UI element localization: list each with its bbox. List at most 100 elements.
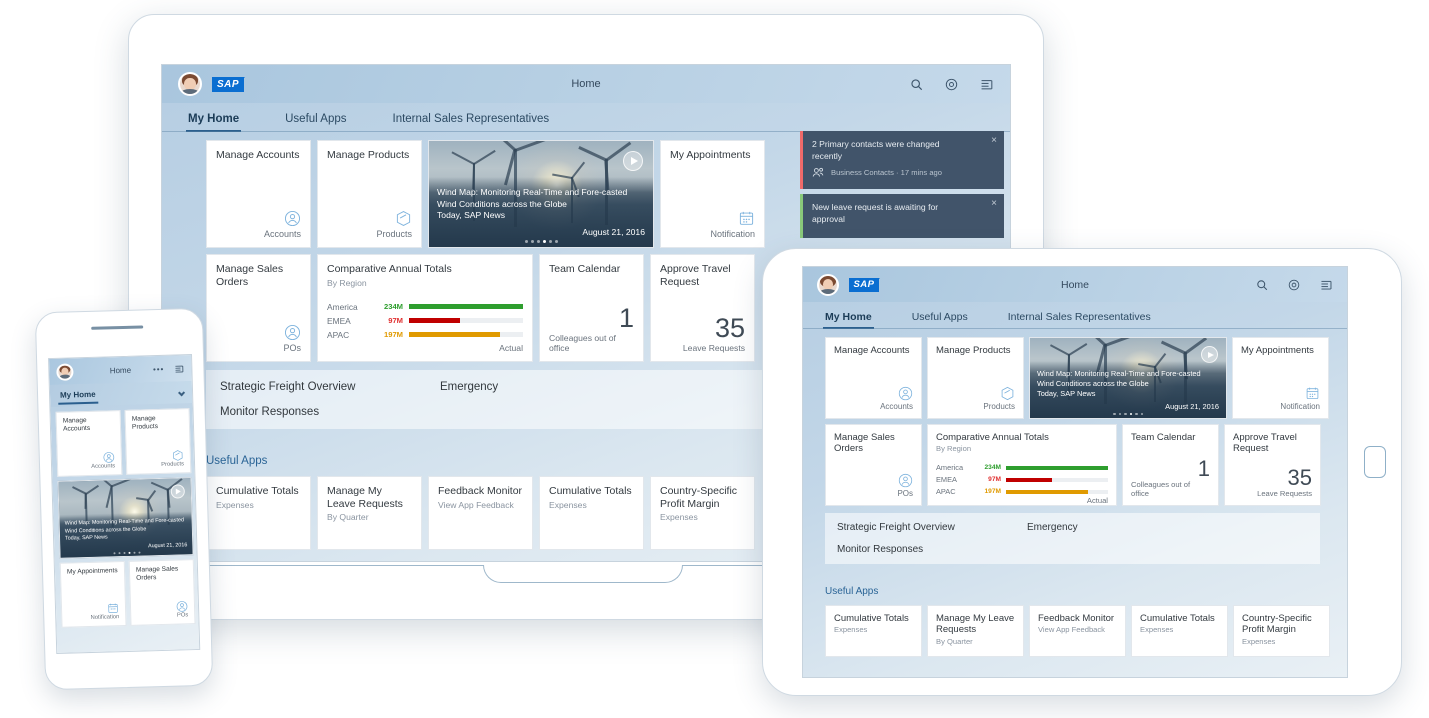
tile-title: My Appointments — [67, 567, 118, 576]
person-circle-icon — [176, 600, 188, 612]
tab-my-home[interactable]: My Home — [186, 106, 241, 132]
header-right — [910, 78, 994, 91]
tile-title: Feedback Monitor — [438, 485, 523, 498]
tile-footer-label: Notification — [91, 614, 120, 621]
play-button[interactable] — [623, 151, 643, 171]
group-link-emergency[interactable]: Emergency — [1027, 522, 1078, 533]
tab-internal-sales-representatives[interactable]: Internal Sales Representatives — [391, 106, 552, 132]
tile-footer: Accounts — [64, 451, 115, 470]
tile-manage-accounts[interactable]: Manage Accounts Accounts — [206, 140, 311, 248]
avatar[interactable] — [56, 363, 73, 380]
tile-comparative-annual-totals[interactable]: Comparative Annual Totals By Region Amer… — [317, 254, 533, 362]
tile-manage-sales-orders[interactable]: Manage Sales Orders POs — [825, 424, 922, 506]
tile-footer: Accounts — [216, 210, 301, 239]
chart-value-label: 97M — [979, 476, 1001, 483]
tile-footer-label: Products — [161, 461, 184, 468]
tab-internal-sales-representatives[interactable]: Internal Sales Representatives — [1006, 305, 1153, 329]
tile-country-specific-profit-margin[interactable]: Country-Specific Profit Margin Expenses — [650, 476, 755, 550]
navigation-menu-icon[interactable] — [174, 364, 184, 373]
avatar[interactable] — [178, 72, 202, 96]
tile-feedback-monitor[interactable]: Feedback Monitor View App Feedback — [428, 476, 533, 550]
search-icon[interactable] — [910, 78, 923, 91]
tile-feedback-monitor[interactable]: Feedback Monitor View App Feedback — [1029, 605, 1126, 657]
tile-title: Manage Sales Orders — [216, 263, 301, 288]
tile-team-calendar[interactable]: Team Calendar 1 Colleagues out of office — [1122, 424, 1219, 506]
group-link-monitor-responses[interactable]: Monitor Responses — [220, 406, 319, 418]
notification-body: 2 Primary contacts were changed recently… — [803, 131, 1004, 189]
section-title[interactable]: Useful Apps — [825, 586, 1347, 597]
devices-showcase: SAP Home — [0, 0, 1429, 718]
product-box-icon — [395, 210, 412, 227]
group-link-row: Strategic Freight Overview Emergency — [837, 522, 1308, 533]
group-link-strategic-freight-overview[interactable]: Strategic Freight Overview — [220, 381, 440, 393]
tile-manage-products[interactable]: Manage Products Products — [317, 140, 422, 248]
tablet-home-button[interactable] — [1364, 446, 1386, 478]
tile-approve-travel-request[interactable]: Approve Travel Request 35 Leave Requests — [650, 254, 755, 362]
tile-footer: 1 Colleagues out of office — [1131, 458, 1210, 498]
person-circle-icon — [284, 210, 301, 227]
tab-my-home[interactable]: My Home — [58, 386, 98, 405]
tile-my-appointments[interactable]: My Appointments — [1232, 337, 1329, 419]
notification-item-leave-request[interactable]: New leave request is awaiting for approv… — [800, 194, 1004, 238]
news-date: August 21, 2016 — [1037, 402, 1219, 411]
group-link-monitor-responses[interactable]: Monitor Responses — [837, 544, 923, 555]
close-icon[interactable]: × — [991, 198, 997, 209]
tile-country-specific-profit-margin[interactable]: Country-Specific Profit Margin Expenses — [1233, 605, 1330, 657]
carousel-dots[interactable] — [437, 240, 645, 243]
tile-news[interactable]: Wind Map: Monitoring Real-Time and Fore-… — [57, 477, 193, 559]
notification-item-primary-contacts[interactable]: 2 Primary contacts were changed recently… — [800, 131, 1004, 189]
tile-manage-my-leave-requests[interactable]: Manage My Leave Requests By Quarter — [927, 605, 1024, 657]
tabbar: My Home — [50, 381, 193, 407]
tile-cumulative-totals-2[interactable]: Cumulative Totals Expenses — [1131, 605, 1228, 657]
tile-subtitle: By Quarter — [936, 637, 1015, 646]
search-icon[interactable] — [1256, 279, 1268, 291]
navigation-menu-icon[interactable] — [980, 78, 994, 91]
tile-manage-sales-orders[interactable]: Manage Sales Orders POs — [129, 559, 196, 626]
copilot-icon[interactable] — [1288, 279, 1300, 291]
phone-tile-row-1: Manage Accounts Accounts Manage Products — [50, 403, 194, 477]
tile-news[interactable]: Wind Map: Monitoring Real-Time and Fore-… — [428, 140, 654, 248]
person-circle-icon — [284, 324, 301, 341]
tile-cumulative-totals-2[interactable]: Cumulative Totals Expenses — [539, 476, 644, 550]
group-link-strategic-freight-overview[interactable]: Strategic Freight Overview — [837, 522, 1027, 533]
chart-title: Comparative Annual Totals — [327, 263, 523, 276]
overflow-icon[interactable]: ••• — [153, 364, 165, 373]
tile-subtitle: Expenses — [1242, 637, 1321, 646]
tile-my-appointments[interactable]: My Appointments — [660, 140, 765, 248]
tile-cumulative-totals[interactable]: Cumulative Totals Expenses — [825, 605, 922, 657]
group-link-emergency[interactable]: Emergency — [440, 381, 498, 393]
tile-manage-accounts[interactable]: Manage Accounts Accounts — [56, 410, 123, 477]
tile-footer-label: Notification — [1280, 402, 1320, 411]
tile-manage-accounts[interactable]: Manage Accounts Accounts — [825, 337, 922, 419]
section-useful-apps: Useful Apps — [825, 586, 1347, 597]
chevron-down-icon[interactable] — [179, 390, 184, 395]
tile-comparative-annual-totals[interactable]: Comparative Annual Totals By Region Amer… — [927, 424, 1117, 506]
tile-title: My Appointments — [670, 149, 755, 162]
copilot-icon[interactable] — [945, 78, 958, 91]
tile-my-appointments[interactable]: My Appointments Notification — [60, 561, 127, 628]
tile-title: Manage Products — [327, 149, 412, 162]
tile-manage-products[interactable]: Manage Products Products — [125, 408, 192, 475]
news-source: Today, SAP News — [1037, 389, 1219, 399]
tile-manage-sales-orders[interactable]: Manage Sales Orders POs — [206, 254, 311, 362]
tile-news[interactable]: Wind Map: Monitoring Real-Time and Fore-… — [1029, 337, 1227, 419]
navigation-menu-icon[interactable] — [1320, 279, 1333, 291]
chart-footer: Actual — [936, 496, 1108, 505]
tab-my-home[interactable]: My Home — [823, 305, 874, 329]
tab-useful-apps[interactable]: Useful Apps — [283, 106, 348, 132]
tile-title: Cumulative Totals — [216, 485, 301, 498]
tile-cumulative-totals[interactable]: Cumulative Totals Expenses — [206, 476, 311, 550]
shell-header: Home ••• — [49, 355, 192, 385]
avatar[interactable] — [817, 274, 839, 296]
chart-category-label: EMEA — [936, 475, 974, 484]
tile-manage-my-leave-requests[interactable]: Manage My Leave Requests By Quarter — [317, 476, 422, 550]
news-headline-line2: Wind Conditions across the Globe — [1037, 379, 1219, 389]
close-icon[interactable]: × — [991, 135, 997, 146]
tile-team-calendar[interactable]: Team Calendar 1 Colleagues out of office — [539, 254, 644, 362]
tile-approve-travel-request[interactable]: Approve Travel Request 35 Leave Requests — [1224, 424, 1321, 506]
tab-useful-apps[interactable]: Useful Apps — [910, 305, 970, 329]
product-box-icon — [1000, 386, 1015, 401]
tile-manage-products[interactable]: Manage Products Products — [927, 337, 1024, 419]
carousel-dots[interactable] — [1037, 413, 1219, 416]
tile-subtitle: View App Feedback — [1038, 625, 1117, 634]
